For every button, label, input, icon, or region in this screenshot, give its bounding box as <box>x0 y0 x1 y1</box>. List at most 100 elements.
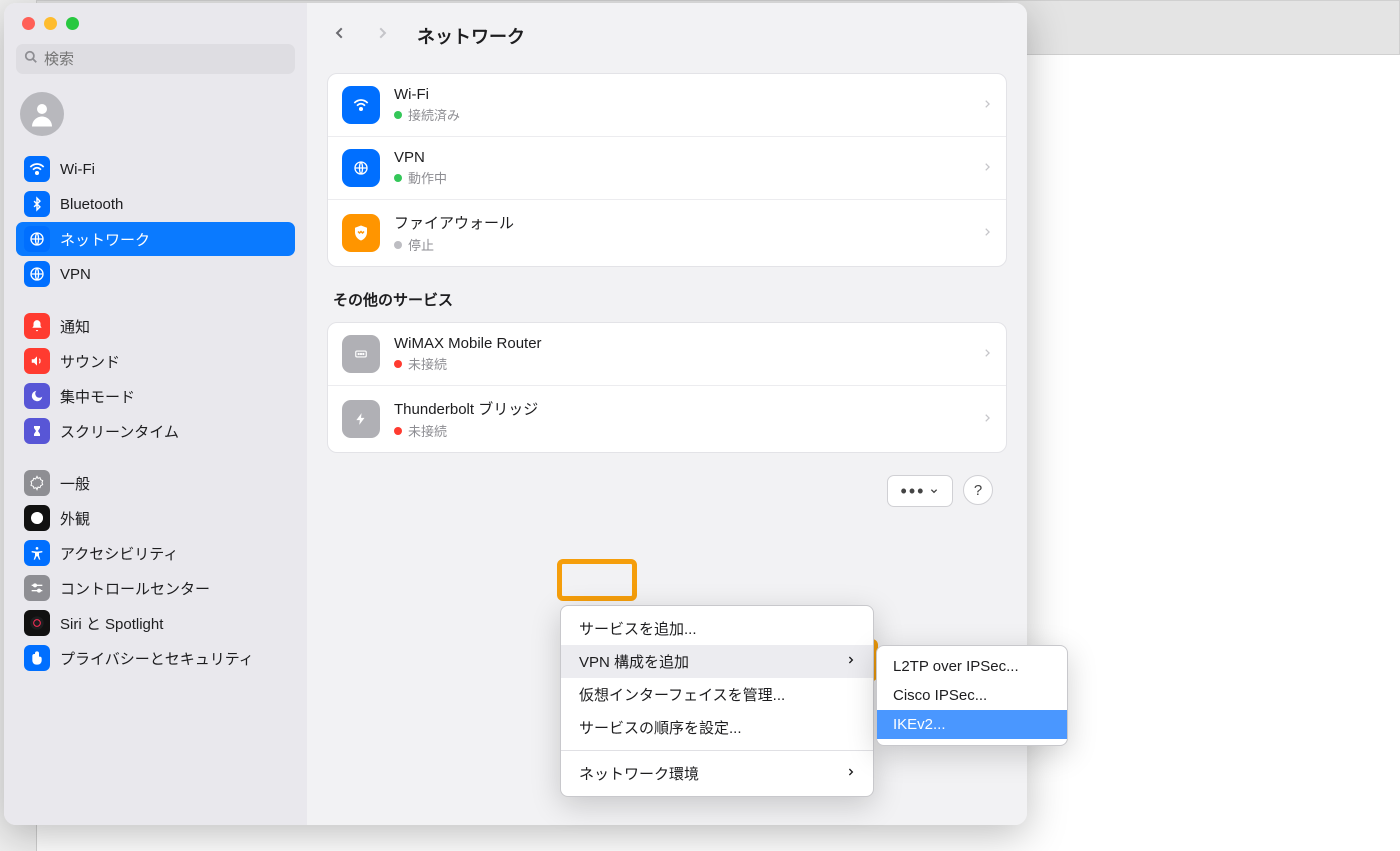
main-header: ネットワーク <box>327 13 1007 59</box>
context-menu-item[interactable]: 仮想インターフェイスを管理... <box>561 678 873 711</box>
sidebar-item-label: VPN <box>60 266 91 283</box>
context-menu-item[interactable]: VPN 構成を追加 <box>561 645 873 678</box>
sidebar-item-label: 通知 <box>60 316 90 337</box>
sidebar-item-label: アクセシビリティ <box>60 543 178 564</box>
context-menu-item[interactable]: サービスを追加... <box>561 612 873 645</box>
footer-controls: ••• ? <box>327 475 1007 507</box>
hand-icon <box>24 645 50 671</box>
search-icon <box>24 50 38 68</box>
wifi-icon <box>342 86 380 124</box>
row-title: VPN <box>394 149 447 166</box>
submenu-item[interactable]: IKEv2... <box>877 710 1067 739</box>
sidebar-item-2-1[interactable]: 外観 <box>16 501 295 535</box>
sidebar-group-notifications: 通知サウンド集中モードスクリーンタイム <box>16 309 295 448</box>
chevron-right-icon <box>982 92 992 118</box>
chevron-right-icon <box>846 653 855 670</box>
bluetooth-icon <box>24 191 50 217</box>
sidebar-item-1-3[interactable]: スクリーンタイム <box>16 414 295 448</box>
row-status: 未接続 <box>394 354 542 373</box>
close-button[interactable] <box>22 17 35 30</box>
globe-icon <box>342 149 380 187</box>
wifi-icon <box>24 156 50 182</box>
account-row[interactable] <box>16 90 295 152</box>
minimize-button[interactable] <box>44 17 57 30</box>
row-status: 接続済み <box>394 105 460 124</box>
sidebar-item-label: ネットワーク <box>60 229 150 250</box>
appearance-icon <box>24 505 50 531</box>
sidebar-item-2-2[interactable]: アクセシビリティ <box>16 536 295 570</box>
row-title: Wi-Fi <box>394 86 460 103</box>
chevron-right-icon <box>982 341 992 367</box>
sidebar-item-label: 外観 <box>60 508 90 529</box>
help-button[interactable]: ? <box>963 475 993 505</box>
context-menu-item[interactable]: ネットワーク環境 <box>561 757 873 790</box>
submenu-item[interactable]: Cisco IPSec... <box>877 681 1067 710</box>
network-row[interactable]: WiMAX Mobile Router未接続 <box>328 323 1006 385</box>
network-row[interactable]: Wi-Fi 接続済み <box>328 74 1006 136</box>
ellipsis-icon: ••• <box>901 487 926 496</box>
menu-item-label: サービスを追加... <box>579 618 697 639</box>
sidebar-item-2-0[interactable]: 一般 <box>16 466 295 500</box>
bell-icon <box>24 313 50 339</box>
moon-icon <box>24 383 50 409</box>
status-dot-icon <box>394 427 402 435</box>
thunderbolt-icon <box>342 400 380 438</box>
globe-icon <box>24 261 50 287</box>
sidebar-item-1-2[interactable]: 集中モード <box>16 379 295 413</box>
row-status: 未接続 <box>394 421 538 440</box>
network-row[interactable]: VPN 動作中 <box>328 136 1006 199</box>
traffic-lights <box>16 13 295 44</box>
network-row[interactable]: Thunderbolt ブリッジ未接続 <box>328 385 1006 452</box>
chevron-down-icon <box>929 487 939 495</box>
menu-item-label: VPN 構成を追加 <box>579 651 689 672</box>
other-services-label: その他のサービス <box>333 289 1007 310</box>
sidebar: Wi-Fi Bluetooth ネットワーク VPN 通知サウンド集中モードスクリーン… <box>4 3 307 825</box>
sidebar-item-0-0[interactable]: Wi-Fi <box>16 152 295 186</box>
sidebar-item-2-3[interactable]: コントロールセンター <box>16 571 295 605</box>
menu-separator <box>561 750 873 751</box>
search-field[interactable] <box>16 44 295 74</box>
chevron-right-icon <box>982 406 992 432</box>
back-button[interactable] <box>327 24 353 48</box>
sidebar-item-label: コントロールセンター <box>60 578 210 599</box>
shield-icon <box>342 214 380 252</box>
sidebar-item-label: 一般 <box>60 473 90 494</box>
accessibility-icon <box>24 540 50 566</box>
submenu-item[interactable]: L2TP over IPSec... <box>877 652 1067 681</box>
globe-icon <box>24 226 50 252</box>
other-services-group: WiMAX Mobile Router未接続Thunderbolt ブリッジ未接… <box>327 322 1007 453</box>
context-menu-item[interactable]: サービスの順序を設定... <box>561 711 873 744</box>
sidebar-group-network: Wi-Fi Bluetooth ネットワーク VPN <box>16 152 295 291</box>
sidebar-item-label: 集中モード <box>60 386 135 407</box>
sidebar-item-2-4[interactable]: Siri と Spotlight <box>16 606 295 640</box>
page-title: ネットワーク <box>417 23 525 49</box>
row-title: ファイアウォール <box>394 212 514 233</box>
sidebar-group-general: 一般外観アクセシビリティコントロールセンター Siri と Spotlight プラ… <box>16 466 295 675</box>
sidebar-item-1-1[interactable]: サウンド <box>16 344 295 378</box>
sidebar-item-1-0[interactable]: 通知 <box>16 309 295 343</box>
sound-icon <box>24 348 50 374</box>
context-menu: サービスを追加... VPN 構成を追加仮想インターフェイスを管理... サービスの… <box>560 605 874 797</box>
chevron-right-icon <box>982 220 992 246</box>
sidebar-item-0-3[interactable]: VPN <box>16 257 295 291</box>
sidebar-item-label: サウンド <box>60 351 120 372</box>
status-dot-icon <box>394 241 402 249</box>
sidebar-item-label: Wi-Fi <box>60 161 95 178</box>
chevron-right-icon <box>846 765 855 782</box>
sidebar-item-0-2[interactable]: ネットワーク <box>16 222 295 256</box>
control-icon <box>24 575 50 601</box>
ethernet-icon <box>342 335 380 373</box>
forward-button[interactable] <box>369 24 395 48</box>
menu-item-label: 仮想インターフェイスを管理... <box>579 684 785 705</box>
network-row[interactable]: ファイアウォール停止 <box>328 199 1006 266</box>
zoom-button[interactable] <box>66 17 79 30</box>
status-dot-icon <box>394 174 402 182</box>
primary-network-group: Wi-Fi 接続済み VPN 動作中ファイアウォール停止 <box>327 73 1007 267</box>
more-menu-button[interactable]: ••• <box>887 475 953 507</box>
row-status: 停止 <box>394 235 514 254</box>
search-input[interactable] <box>44 51 287 68</box>
sidebar-item-label: Siri と Spotlight <box>60 613 163 634</box>
sidebar-item-2-5[interactable]: プライバシーとセキュリティ <box>16 641 295 675</box>
sidebar-item-0-1[interactable]: Bluetooth <box>16 187 295 221</box>
row-status: 動作中 <box>394 168 447 187</box>
